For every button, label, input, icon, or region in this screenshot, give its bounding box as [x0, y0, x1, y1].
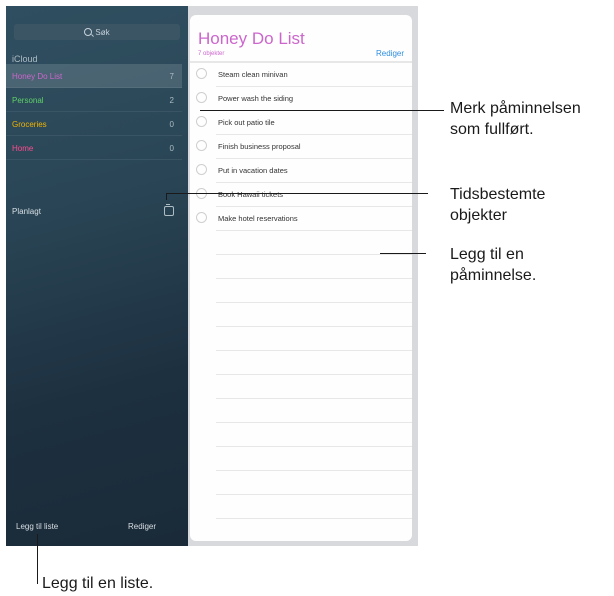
empty-reminder-row[interactable] — [216, 519, 412, 541]
complete-circle-icon[interactable] — [196, 92, 207, 103]
list-count: 7 — [169, 72, 174, 81]
list-name: Honey Do List — [12, 72, 63, 81]
reminder-text: Make hotel reservations — [218, 214, 298, 223]
reminder-items: Steam clean minivan Power wash the sidin… — [190, 61, 412, 541]
callout-line-add-list — [37, 534, 38, 584]
list-row-home[interactable]: Home 0 — [6, 136, 182, 160]
list-name: Personal — [12, 96, 44, 105]
callout-line-scheduled — [166, 193, 428, 194]
reminder-text: Pick out patio tile — [218, 118, 275, 127]
callout-scheduled: Tidsbestemte objekter — [450, 184, 545, 226]
search-placeholder: Søk — [95, 27, 110, 37]
complete-circle-icon[interactable] — [196, 68, 207, 79]
item-count: 7 objekter — [198, 51, 225, 57]
empty-reminder-row[interactable] — [216, 447, 412, 471]
empty-reminder-row[interactable] — [216, 303, 412, 327]
empty-reminder-row[interactable] — [216, 327, 412, 351]
reminder-item[interactable]: Book Hawaii tickets — [196, 183, 412, 207]
callout-add-reminder: Legg til en påminnelse. — [450, 244, 536, 286]
empty-reminder-row[interactable] — [216, 255, 412, 279]
empty-reminder-row[interactable] — [216, 423, 412, 447]
empty-reminder-row[interactable] — [216, 351, 412, 375]
empty-reminder-row[interactable] — [216, 495, 412, 519]
reminder-item[interactable]: Put in vacation dates — [196, 159, 412, 183]
empty-reminder-row[interactable] — [216, 399, 412, 423]
list-name: Groceries — [12, 120, 47, 129]
empty-reminder-row[interactable] — [216, 471, 412, 495]
reminder-text: Power wash the siding — [218, 94, 294, 103]
reminder-item[interactable]: Steam clean minivan — [196, 63, 412, 87]
list-title: Honey Do List — [198, 29, 305, 48]
complete-circle-icon[interactable] — [196, 212, 207, 223]
list-count: 2 — [169, 96, 174, 105]
list-count: 0 — [169, 120, 174, 129]
reminder-item[interactable]: Finish business proposal — [196, 135, 412, 159]
callout-text: Tidsbestemte — [450, 186, 546, 203]
list-count: 0 — [169, 144, 174, 153]
ipad-screen: Søk iCloud Honey Do List 7 Personal 2 Gr… — [6, 6, 418, 546]
sidebar-toolbar: Legg til liste Rediger — [6, 516, 188, 538]
edit-lists-button[interactable]: Rediger — [128, 522, 156, 531]
callout-add-list: Legg til en liste. — [42, 575, 154, 592]
reminder-text: Finish business proposal — [218, 142, 301, 151]
add-list-button[interactable]: Legg til liste — [16, 522, 58, 531]
list-name: Home — [12, 144, 34, 153]
alarm-clock-icon — [164, 204, 174, 216]
reminder-text: Put in vacation dates — [218, 166, 288, 175]
complete-circle-icon[interactable] — [196, 116, 207, 127]
callout-text: Legg til en — [450, 246, 524, 263]
callout-line-mark-done — [200, 110, 444, 111]
empty-reminder-row[interactable] — [216, 279, 412, 303]
list-row-personal[interactable]: Personal 2 — [6, 88, 182, 112]
section-label-icloud: iCloud — [12, 54, 38, 64]
scheduled-row[interactable]: Planlagt — [6, 201, 182, 223]
empty-reminder-row[interactable] — [216, 375, 412, 399]
complete-circle-icon[interactable] — [196, 164, 207, 175]
callout-line-scheduled-drop — [166, 193, 167, 200]
edit-list-button[interactable]: Rediger — [376, 49, 404, 58]
complete-circle-icon[interactable] — [196, 140, 207, 151]
reminder-item[interactable]: Make hotel reservations — [196, 207, 412, 231]
callout-text: påminnelse. — [450, 267, 537, 284]
search-icon — [84, 28, 93, 36]
callout-text: Merk påminnelsen — [450, 100, 581, 117]
callout-line-add-reminder — [380, 253, 426, 254]
sidebar: Søk iCloud Honey Do List 7 Personal 2 Gr… — [6, 6, 188, 546]
callout-text: objekter — [450, 207, 507, 224]
callout-text: som fullført. — [450, 121, 534, 138]
reminder-list-panel: Honey Do List 7 objekter Rediger Steam c… — [190, 15, 412, 541]
reminder-text: Book Hawaii tickets — [218, 190, 284, 199]
reminder-lists: Honey Do List 7 Personal 2 Groceries 0 H… — [6, 64, 182, 160]
reminder-text: Steam clean minivan — [218, 70, 288, 79]
list-row-honey-do[interactable]: Honey Do List 7 — [6, 64, 182, 88]
reminder-item[interactable]: Pick out patio tile — [196, 111, 412, 135]
empty-reminder-row[interactable] — [216, 231, 412, 255]
list-row-groceries[interactable]: Groceries 0 — [6, 112, 182, 136]
search-field[interactable]: Søk — [14, 24, 180, 40]
callout-mark-done: Merk påminnelsen som fullført. — [450, 98, 581, 140]
reminder-item[interactable]: Power wash the siding — [196, 87, 412, 111]
scheduled-label: Planlagt — [12, 207, 41, 216]
